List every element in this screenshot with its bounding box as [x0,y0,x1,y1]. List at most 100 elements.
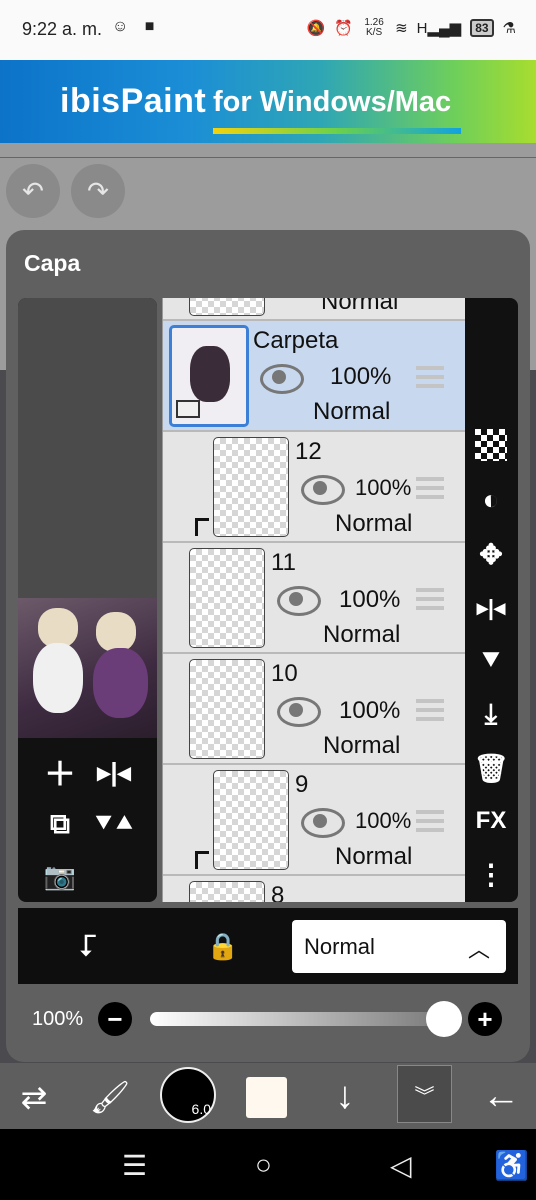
network-speed: 1.26 K/S [364,17,384,38]
merge-down-icon[interactable]: ⤓ [473,696,509,732]
opacity-slider-knob[interactable] [426,1001,462,1037]
layer-opacity: 100% [355,475,412,500]
flip-vertical-icon: ⯆⯅ [93,808,135,838]
opacity-increase-button[interactable]: + [468,1002,502,1036]
brush-size-button[interactable]: 6.0 [160,1067,216,1123]
status-bar: 9:22 a. m. ☺ ■ 🔕 ⏰ 1.26 K/S ≋ H▂▄▆ 83 ⚗ [0,0,536,60]
flip-vertical-icon[interactable]: ⯆ [473,643,509,679]
color-swatch[interactable] [246,1077,287,1118]
layer-name[interactable]: 11 [271,549,296,577]
mute-icon: 🔕 [306,20,326,37]
accessibility-icon[interactable]: ♿ [494,1149,529,1182]
layer-row[interactable]: 11 100% Normal [163,543,465,654]
banner-underline [213,128,461,134]
alpha-lock-icon: 🔒 [206,930,240,961]
drag-handle-icon[interactable] [416,810,444,832]
panel-title: Capa [24,250,81,276]
layer-thumbnail [189,659,265,759]
layer-name[interactable]: 12 [295,438,322,466]
clipping-icon: ⮦ [79,929,97,962]
tool-select-button[interactable]: ⇄ [12,1075,56,1119]
brush-tool-button[interactable]: 🖌 [88,1075,132,1119]
layer-blend: Normal [335,510,413,537]
visibility-eye-icon[interactable] [260,364,304,394]
layer-thumbnail [189,548,265,648]
system-nav-bar: ☰ ○ ◁ ♿ [0,1129,536,1200]
battery-indicator: 83 [470,19,494,37]
layer-blend: Normal [323,732,401,759]
flip-horizontal-icon[interactable]: ▸|◂ [473,590,509,626]
invert-icon[interactable]: ◐ [473,482,509,518]
drag-handle-icon[interactable] [416,366,444,388]
thumbnail-figure-1 [38,608,78,648]
checker-icon[interactable] [475,429,507,461]
thumbnail-figure-1-body [33,643,83,713]
layer-name[interactable]: 8 [271,882,284,902]
layer-row-selected[interactable]: Carpeta 100% Normal [163,321,465,432]
layer-name[interactable]: Carpeta [253,327,338,355]
layer-name[interactable]: 10 [271,660,298,688]
wifi-icon: ≋ [395,20,408,37]
camera-icon: 📷 [43,860,77,891]
alarm-icon: ⏰ [334,20,354,37]
layer-name[interactable]: 9 [295,771,308,799]
duplicate-icon: ⧉ [50,807,70,839]
status-time: 9:22 a. m. [22,19,103,39]
visibility-eye-icon[interactable] [301,475,345,505]
add-layer-button[interactable]: ＋ [38,750,82,794]
layer-thumbnail [213,770,289,870]
layer-preview-pane: ＋ ▸|◂ ⧉ ⯆⯅ 📷 [18,298,157,902]
recents-icon[interactable]: ☰ [122,1149,147,1182]
layer-list[interactable]: Normal Carpeta 100% Normal 12 100% Norma… [162,298,465,902]
clipping-arrow-icon [195,851,209,869]
layer-blend: Normal [335,843,413,870]
banner-brand: ibisPaint [60,82,207,120]
flip-horizontal-icon: ▸|◂ [97,756,131,787]
import-photo-button[interactable]: 📷 [38,854,82,898]
layer-left-tools: ＋ ▸|◂ ⧉ ⯆⯅ 📷 [18,740,157,902]
notification-icons: ☺ ■ [112,18,161,35]
opacity-slider-track[interactable] [150,1012,450,1026]
home-icon[interactable]: ○ [255,1149,272,1181]
plus-icon: ＋ [43,756,76,792]
drag-handle-icon[interactable] [416,588,444,610]
flip-canvas-vertical-button[interactable]: ⯆⯅ [92,802,136,846]
alpha-lock-button[interactable]: 🔒 [205,928,241,964]
drag-handle-icon[interactable] [416,477,444,499]
redo-button[interactable]: ↷ [71,164,125,218]
undo-button[interactable]: ↶ [6,164,60,218]
layer-thumbnail [189,298,265,316]
layer-opacity: 100% [330,363,392,390]
layer-row[interactable]: 8 [163,876,465,902]
layer-row[interactable]: 12 100% Normal [163,432,465,543]
signal-icon: H▂▄▆ [416,20,462,37]
drag-handle-icon[interactable] [416,699,444,721]
back-button[interactable]: ← [478,1073,524,1119]
collapse-panel-button[interactable]: ︾ [397,1065,452,1123]
layer-opacity: 100% [339,697,401,724]
brush-size-value: 6.0 [191,1101,211,1117]
visibility-eye-icon[interactable] [301,808,345,838]
fx-icon[interactable]: FX [473,803,509,839]
blend-mode-value: Normal [304,934,375,959]
layer-row[interactable]: 9 100% Normal [163,765,465,876]
opacity-decrease-button[interactable]: − [98,1002,132,1036]
layer-row[interactable]: 10 100% Normal [163,654,465,765]
layer-down-button[interactable]: ↓ [322,1073,368,1119]
blend-mode-select[interactable]: Normal ︿ [292,920,506,973]
canvas-divider [0,157,536,158]
flask-icon: ⚗ [502,20,516,37]
layer-row[interactable]: Normal [163,298,465,321]
visibility-eye-icon[interactable] [277,697,321,727]
visibility-eye-icon[interactable] [277,586,321,616]
chevron-up-icon: ︿ [467,937,490,962]
promo-banner[interactable]: ibisPaint for Windows/Mac [0,60,536,143]
more-icon[interactable]: ⋮ [473,856,509,892]
clipping-button[interactable]: ⮦ [70,928,106,964]
trash-icon[interactable]: 🗑 [473,750,509,786]
flip-canvas-horizontal-button[interactable]: ▸|◂ [92,750,136,794]
move-icon[interactable]: ✥ [473,536,509,572]
duplicate-layer-button[interactable]: ⧉ [38,802,82,846]
nav-back-icon[interactable]: ◁ [390,1149,412,1182]
canvas-thumbnail[interactable] [18,598,157,738]
